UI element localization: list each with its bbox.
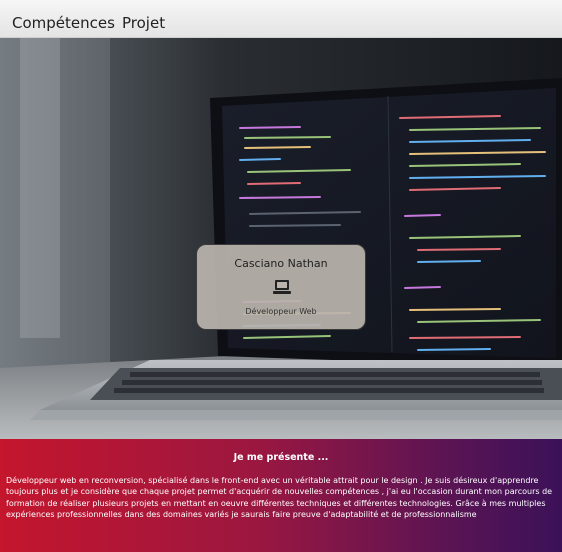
profile-card: Casciano Nathan Développeur Web [196,244,366,330]
profile-name: Casciano Nathan [234,257,328,270]
profile-role: Développeur Web [245,307,317,316]
about-title: Je me présente ... [233,452,329,463]
nav-link-competences[interactable]: Compétences [12,14,115,32]
about-text: Développeur web en reconversion, spécial… [6,476,553,519]
about-section: Je me présente ... Développeur web en re… [0,439,562,552]
top-navigation: Compétences Projet [0,0,562,38]
computer-icon [273,280,291,294]
nav-link-projet[interactable]: Projet [122,14,165,32]
laptop-background-image [0,38,562,439]
hero-banner: Casciano Nathan Développeur Web [0,38,562,439]
